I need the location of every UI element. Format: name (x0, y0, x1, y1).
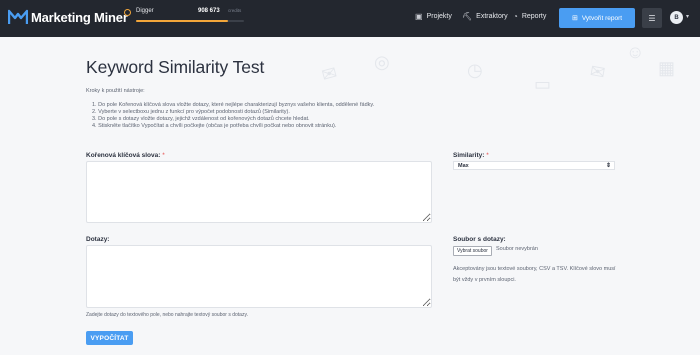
menu-button[interactable]: ☰ (642, 8, 662, 28)
chart-icon: ◔ (513, 12, 518, 21)
root-keywords-label: Kořenová klíčová slova: * (86, 152, 165, 159)
root-keywords-textarea[interactable] (86, 161, 432, 223)
avatar[interactable]: B (670, 11, 683, 24)
chevron-down-icon[interactable]: ▾ (686, 13, 689, 20)
envelope-deco-icon-2: ✉ (588, 60, 607, 84)
create-report-label: Vytvořit report (581, 14, 623, 22)
similarity-label: Similarity: * (453, 152, 489, 159)
queries-hint: Zadejte dotazy do textového pole, nebo n… (86, 312, 248, 318)
steps-list: Do pole Kořenová klíčová slova vložte do… (92, 102, 374, 130)
calculate-button[interactable]: VYPOČÍTAT (86, 331, 133, 345)
intro-text: Kroky k použití nástroje: (86, 88, 145, 94)
required-mark: * (162, 152, 165, 159)
nav-projekty[interactable]: ▣ Projekty (415, 12, 452, 21)
top-navbar: Marketing Miner Digger 908 673 credits ▣… (0, 0, 700, 37)
nav-extraktory-label: Extraktory (476, 13, 508, 20)
logo-icon (8, 9, 28, 24)
credit-progress-bar (136, 20, 244, 22)
brand-name: Marketing Miner (31, 9, 128, 25)
choose-file-button[interactable]: Vybrat soubor (453, 246, 492, 256)
select-updown-icon: ⇕ (605, 163, 611, 169)
credit-plan: Digger (136, 8, 154, 14)
nav-extraktory[interactable]: ⛏ Extraktory (462, 12, 508, 21)
browser-deco-icon: ▭ (534, 74, 552, 94)
step-item: Do pole Kořenová klíčová slova vložte do… (92, 102, 374, 109)
clock-deco-icon: ◷ (467, 60, 483, 80)
create-report-button[interactable]: ⊞ Vytvořit report (559, 8, 635, 28)
queries-textarea[interactable] (86, 245, 432, 308)
similarity-selected-value: Max (458, 162, 469, 169)
logo[interactable]: Marketing Miner (8, 9, 128, 25)
step-item: Stiskněte tlačítko Vypočítat a chvíli po… (92, 123, 374, 130)
page-title: Keyword Similarity Test (86, 57, 265, 77)
nav-reporty-label: Reporty (521, 13, 547, 20)
credit-progress-fill (136, 20, 228, 22)
similarity-label-text: Similarity: (453, 152, 485, 159)
file-label: Soubor s dotazy: (453, 236, 506, 243)
user-deco-icon: ☺ (626, 42, 645, 62)
similarity-select[interactable]: Max ⇕ (453, 161, 615, 170)
queries-label: Dotazy: (86, 236, 110, 243)
map-pin-deco-icon: ◎ (374, 52, 390, 72)
nav-reporty[interactable]: ◔ Reporty (513, 12, 546, 21)
hamburger-icon: ☰ (648, 13, 656, 23)
step-item: Vyberte v selectboxu jednu z funkcí pro … (92, 109, 374, 116)
root-keywords-label-text: Kořenová klíčová slova: (86, 152, 161, 159)
coin-icon (124, 9, 131, 16)
step-item: Do pole s dotazy vložte dotazy, jejichž … (92, 116, 374, 123)
file-status: Soubor nevybrán (496, 246, 538, 252)
file-note: Akceptovány jsou textové soubory, CSV a … (453, 266, 616, 283)
credit-unit: credits (228, 8, 242, 13)
plus-square-icon: ⊞ (571, 15, 578, 22)
credit-value: 908 673 (198, 8, 220, 14)
pickaxe-icon: ⛏ (462, 12, 473, 21)
nav-projekty-label: Projekty (426, 13, 452, 20)
required-mark: * (486, 152, 489, 159)
envelope-deco-icon: ✉ (319, 62, 340, 86)
film-deco-icon: ▦ (658, 58, 676, 78)
briefcase-icon: ▣ (415, 12, 423, 21)
